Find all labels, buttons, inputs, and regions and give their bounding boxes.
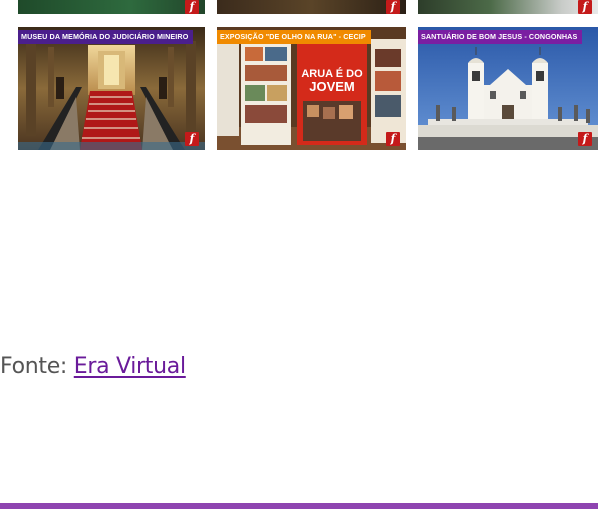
gallery-tile-exposicao-cecip[interactable]: ARUA É DO JOVEM EXPOSIÇÃO "DE OLHO NA RU… bbox=[217, 27, 406, 150]
svg-text:JOVEM: JOVEM bbox=[309, 79, 355, 94]
page: f f f MUSEU DA MEMÓRIA DO JUDICIÁRIO MIN… bbox=[0, 0, 598, 513]
gallery-tile-museu-judiciario[interactable]: MUSEU DA MEMÓRIA DO JUDICIÁRIO MINEIRO f bbox=[18, 27, 205, 150]
flash-icon: f bbox=[578, 0, 592, 14]
flash-icon: f bbox=[386, 0, 400, 14]
source-caption: Fonte: Era Virtual bbox=[0, 354, 186, 379]
source-prefix: Fonte: bbox=[0, 354, 74, 379]
flash-icon: f bbox=[386, 132, 400, 146]
tile-label: MUSEU DA MEMÓRIA DO JUDICIÁRIO MINEIRO bbox=[18, 30, 194, 44]
flash-icon: f bbox=[578, 132, 592, 146]
gallery-tile-top-1[interactable]: f bbox=[18, 0, 205, 14]
gallery-tile-top-2[interactable]: f bbox=[217, 0, 406, 14]
tile-label: SANTUÁRIO DE BOM JESUS - CONGONHAS bbox=[418, 30, 583, 44]
source-link[interactable]: Era Virtual bbox=[74, 354, 186, 379]
tile-label: EXPOSIÇÃO "DE OLHO NA RUA" - CECIP bbox=[217, 30, 371, 44]
gallery-tile-top-3[interactable]: f bbox=[418, 0, 598, 14]
flash-icon: f bbox=[185, 0, 199, 14]
staircase-photo bbox=[18, 27, 205, 150]
footer-divider bbox=[0, 503, 598, 509]
flash-icon: f bbox=[185, 132, 199, 146]
church-photo bbox=[418, 27, 598, 150]
exhibition-photo: ARUA É DO JOVEM bbox=[217, 27, 406, 150]
gallery-tile-santuario-bom-jesus[interactable]: SANTUÁRIO DE BOM JESUS - CONGONHAS f bbox=[418, 27, 598, 150]
